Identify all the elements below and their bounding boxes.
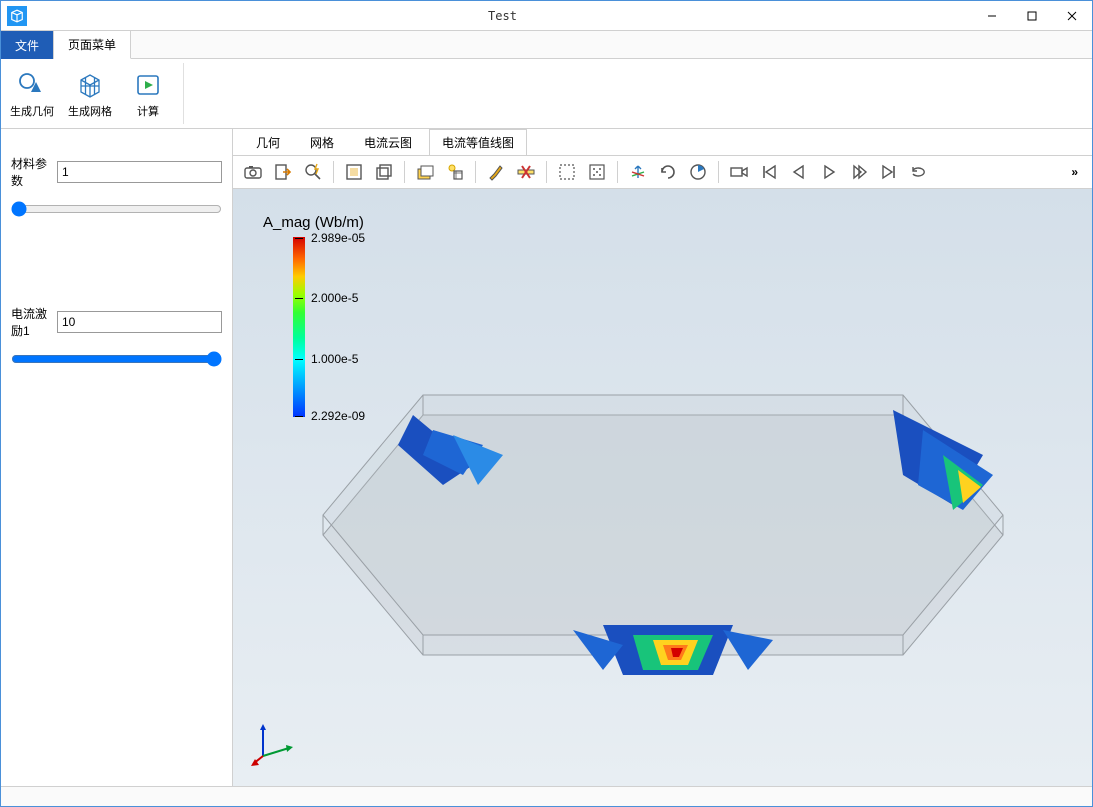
step-forward-icon[interactable] xyxy=(845,158,873,186)
legend-tick-0: 2.989e-05 xyxy=(311,231,365,245)
play-icon[interactable] xyxy=(815,158,843,186)
marquee-icon[interactable] xyxy=(553,158,581,186)
brush-icon[interactable] xyxy=(482,158,510,186)
main-panel: 几何 网格 电流云图 电流等值线图 xyxy=(233,129,1092,786)
skip-start-icon[interactable] xyxy=(755,158,783,186)
param-material-slider[interactable] xyxy=(11,201,222,217)
rotate-cw-icon[interactable] xyxy=(654,158,682,186)
step-back-icon[interactable] xyxy=(785,158,813,186)
body: 材料参数 电流激励1 几何 网格 电流云图 电流等值线图 xyxy=(1,129,1092,786)
axis-rotate-icon[interactable] xyxy=(624,158,652,186)
tab-mesh[interactable]: 网格 xyxy=(297,129,347,155)
ribbon: 生成几何 生成网格 计算 xyxy=(1,59,1092,129)
app-icon xyxy=(7,6,27,26)
orientation-axes-icon xyxy=(251,718,301,768)
menu-page[interactable]: 页面菜单 xyxy=(54,31,131,59)
param-material-label: 材料参数 xyxy=(11,155,51,189)
select-rect-icon[interactable] xyxy=(340,158,368,186)
view-tabs: 几何 网格 电流云图 电流等值线图 xyxy=(233,129,1092,155)
titlebar: Test xyxy=(1,1,1092,31)
render-geometry xyxy=(303,335,1023,735)
pie-clock-icon[interactable] xyxy=(684,158,712,186)
export-icon[interactable] xyxy=(269,158,297,186)
tab-geometry[interactable]: 几何 xyxy=(243,129,293,155)
mesh-cube-icon xyxy=(74,69,106,101)
param-current-label: 电流激励1 xyxy=(11,305,51,339)
select-box-icon[interactable] xyxy=(370,158,398,186)
param-material: 材料参数 xyxy=(11,155,222,189)
param-material-input[interactable] xyxy=(57,161,222,183)
camera-icon[interactable] xyxy=(239,158,267,186)
viewport-3d[interactable]: A_mag (Wb/m) 2.989e-05 2.000e-5 1.000e-5… xyxy=(233,189,1092,786)
tab-current-contour[interactable]: 电流等值线图 xyxy=(429,129,527,155)
maximize-button[interactable] xyxy=(1012,1,1052,31)
zoom-flash-icon[interactable] xyxy=(299,158,327,186)
viewport-toolbar: » xyxy=(233,155,1092,189)
window-title: Test xyxy=(33,9,972,23)
tab-current-cloud[interactable]: 电流云图 xyxy=(351,129,425,155)
menubar: 文件 页面菜单 xyxy=(1,31,1092,59)
loop-icon[interactable] xyxy=(905,158,933,186)
close-button[interactable] xyxy=(1052,1,1092,31)
layer-rect-icon[interactable] xyxy=(411,158,439,186)
sphere-triangle-icon xyxy=(16,69,48,101)
skip-end-icon[interactable] xyxy=(875,158,903,186)
param-current-input[interactable] xyxy=(57,311,222,333)
ruler-cross-icon[interactable] xyxy=(512,158,540,186)
minimize-button[interactable] xyxy=(972,1,1012,31)
compute-play-icon xyxy=(132,69,164,101)
param-current-slider[interactable] xyxy=(11,351,222,367)
app-window: Test 文件 页面菜单 生成几何 生成网格 xyxy=(0,0,1093,807)
compute-button[interactable]: 计算 xyxy=(123,63,173,124)
toolbar-more[interactable]: » xyxy=(1063,165,1086,179)
menu-file[interactable]: 文件 xyxy=(1,31,54,59)
statusbar xyxy=(1,786,1092,806)
ribbon-group: 生成几何 生成网格 计算 xyxy=(7,63,184,124)
sidebar: 材料参数 电流激励1 xyxy=(1,129,233,786)
param-current: 电流激励1 xyxy=(11,305,222,339)
legend-tick-1: 2.000e-5 xyxy=(311,291,358,305)
legend-title: A_mag (Wb/m) xyxy=(263,214,401,231)
center-dots-icon[interactable] xyxy=(583,158,611,186)
generate-mesh-button[interactable]: 生成网格 xyxy=(65,63,115,124)
video-camera-icon[interactable] xyxy=(725,158,753,186)
lightbulb-cube-icon[interactable] xyxy=(441,158,469,186)
generate-geometry-button[interactable]: 生成几何 xyxy=(7,63,57,124)
